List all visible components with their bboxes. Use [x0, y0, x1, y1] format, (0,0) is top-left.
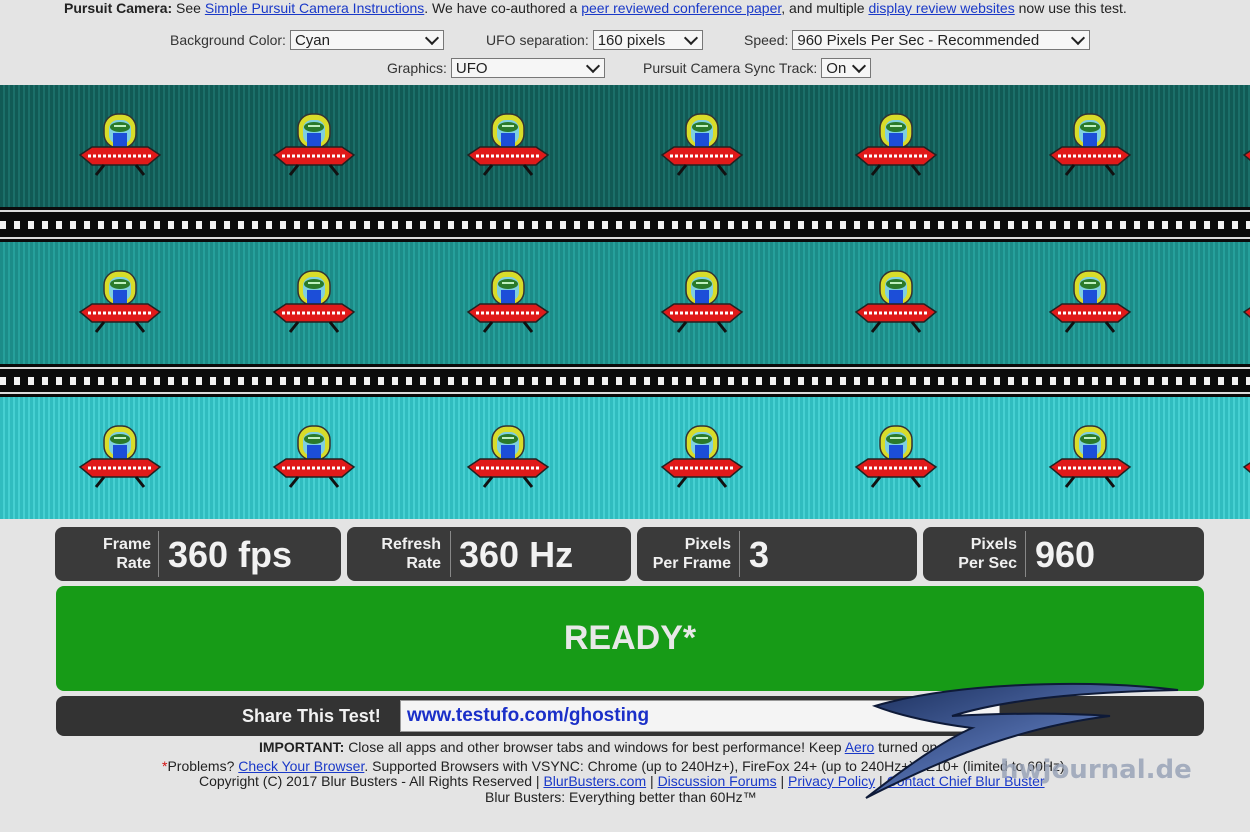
blurbusters-link[interactable]: BlurBusters.com — [543, 773, 646, 789]
ufo-sprite-icon — [462, 423, 554, 493]
watermark-text: hwjournal.de — [1000, 755, 1192, 785]
pixels-per-frame-label-2: Per Frame — [652, 555, 731, 572]
ufo-lane-light — [0, 397, 1250, 519]
header-label: Pursuit Camera: — [64, 0, 173, 16]
refresh-rate-label: Refresh Rate — [355, 535, 441, 573]
ufo-separation-control: UFO separation: 160 pixels — [486, 30, 703, 50]
ufo-sprite-icon — [462, 111, 554, 181]
sync-track-control: Pursuit Camera Sync Track: On — [643, 58, 872, 78]
sync-track-value: On — [826, 59, 847, 77]
chevron-down-icon — [585, 58, 600, 74]
ufo-sprite-icon — [850, 423, 942, 493]
instructions-link[interactable]: Simple Pursuit Camera Instructions — [205, 0, 424, 16]
chevron-down-icon — [1071, 30, 1086, 46]
frame-rate-label-1: Frame — [102, 536, 151, 553]
watermark-swoosh-icon — [865, 682, 1179, 799]
pixels-per-sec-label: Pixels Per Sec — [929, 535, 1017, 573]
graphics-select[interactable]: UFO — [450, 58, 605, 78]
sync-track-label: Pursuit Camera Sync Track: — [643, 60, 818, 76]
frame-rate-label-2: Rate — [116, 555, 151, 572]
frame-rate-panel: Frame Rate 360 fps — [55, 527, 341, 581]
sync-track-2 — [0, 364, 1250, 397]
ufo-sprite-icon — [1044, 423, 1136, 493]
refresh-rate-panel: Refresh Rate 360 Hz — [347, 527, 631, 581]
pixels-per-frame-label-1: Pixels — [684, 536, 731, 553]
sync-track-1 — [0, 207, 1250, 242]
chevron-down-icon — [683, 30, 698, 46]
background-color-value: Cyan — [294, 31, 330, 49]
reviews-link[interactable]: display review websites — [868, 0, 1014, 16]
header-tail: now use this test. — [1018, 0, 1127, 16]
ufo-sprite-icon — [1238, 111, 1250, 181]
ufo-sprite-icon — [268, 268, 360, 338]
ufo-sprite-icon — [1238, 268, 1250, 338]
pixels-per-frame-label: Pixels Per Frame — [641, 535, 731, 573]
pixels-per-frame-panel: Pixels Per Frame 3 — [637, 527, 917, 581]
tagline-text: Blur Busters: Everything better than 60H… — [485, 789, 757, 805]
speed-select[interactable]: 960 Pixels Per Sec - Recommended — [792, 30, 1091, 50]
ufo-sprite-icon — [74, 423, 166, 493]
background-color-control: Background Color: Cyan — [170, 30, 444, 50]
pixels-per-sec-panel: Pixels Per Sec 960 — [923, 527, 1204, 581]
ufo-sprite-icon — [850, 268, 942, 338]
sync-track-select[interactable]: On — [821, 58, 872, 78]
ufo-sprite-icon — [74, 111, 166, 181]
pixels-per-sec-label-2: Per Sec — [958, 555, 1017, 572]
header-line: Pursuit Camera: See Simple Pursuit Camer… — [64, 0, 1127, 16]
background-color-select[interactable]: Cyan — [289, 30, 444, 50]
ufo-sprite-icon — [1238, 423, 1250, 493]
ufo-sprite-icon — [74, 268, 166, 338]
ufo-sprite-icon — [1044, 111, 1136, 181]
important-label: IMPORTANT: — [259, 739, 345, 755]
problems-label: Problems? — [167, 758, 235, 774]
paper-link[interactable]: peer reviewed conference paper — [581, 0, 781, 16]
frame-rate-label: Frame Rate — [65, 535, 151, 573]
frame-rate-value: 360 fps — [168, 534, 293, 575]
ufo-sprite-icon — [656, 268, 748, 338]
check-browser-link[interactable]: Check Your Browser — [238, 758, 364, 774]
ufo-lane-medium — [0, 242, 1250, 364]
refresh-rate-value: 360 Hz — [459, 534, 574, 575]
ufo-sprite-icon — [1044, 268, 1136, 338]
speed-label: Speed: — [744, 32, 789, 48]
ufo-sprite-icon — [656, 111, 748, 181]
important-text: Close all apps and other browser tabs an… — [348, 739, 842, 755]
graphics-control: Graphics: UFO — [387, 58, 605, 78]
chevron-down-icon — [852, 58, 867, 74]
chevron-down-icon — [424, 30, 440, 46]
ufo-sprite-icon — [268, 111, 360, 181]
ufo-lane-dark — [0, 85, 1250, 207]
pixels-per-sec-label-1: Pixels — [970, 536, 1017, 553]
copyright-text: Copyright (C) 2017 Blur Busters - All Ri… — [199, 773, 540, 789]
ufo-sprite-icon — [462, 268, 554, 338]
pixels-per-sec-value: 960 — [1035, 534, 1096, 575]
graphics-label: Graphics: — [387, 60, 447, 76]
graphics-value: UFO — [455, 59, 488, 77]
share-label: Share This Test! — [242, 706, 381, 726]
ufo-separation-select[interactable]: 160 pixels — [592, 30, 703, 50]
forums-link[interactable]: Discussion Forums — [658, 773, 777, 789]
ufo-sprite-icon — [850, 111, 942, 181]
pixels-per-frame-value: 3 — [749, 534, 770, 575]
ufo-separation-label: UFO separation: — [486, 32, 589, 48]
background-color-label: Background Color: — [170, 32, 286, 48]
ready-status-text: READY* — [563, 619, 697, 657]
refresh-rate-label-1: Refresh — [381, 536, 441, 553]
header-mid: . We have co-authored a — [424, 0, 578, 16]
ufo-sprite-icon — [268, 423, 360, 493]
speed-value: 960 Pixels Per Sec - Recommended — [797, 31, 1040, 49]
header-mid2: , and multiple — [781, 0, 865, 16]
ufo-separation-value: 160 pixels — [597, 31, 666, 49]
ufo-sprite-icon — [656, 423, 748, 493]
refresh-rate-label-2: Rate — [406, 555, 441, 572]
speed-control: Speed: 960 Pixels Per Sec - Recommended — [744, 30, 1091, 50]
header-see: See — [176, 0, 201, 16]
